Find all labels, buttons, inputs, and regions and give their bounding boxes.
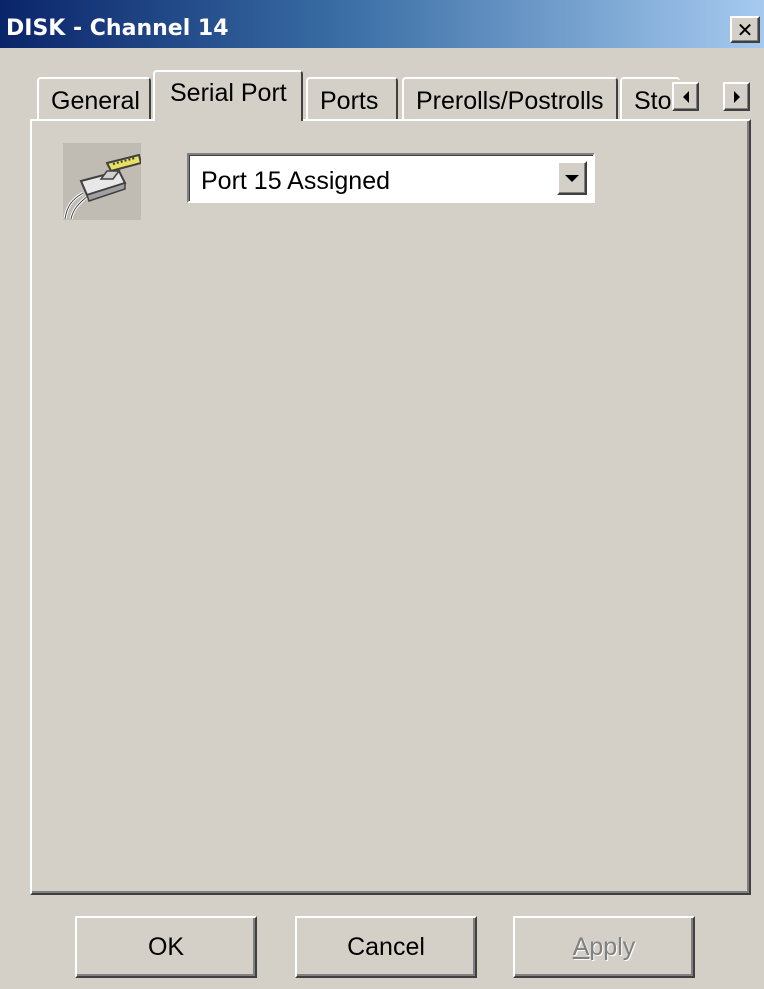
apply-button[interactable]: Apply — [513, 916, 695, 978]
dropdown-arrow-button[interactable] — [557, 161, 587, 195]
tab-scroll-left-button[interactable] — [672, 82, 699, 111]
title-bar[interactable]: DISK - Channel 14 ✕ — [0, 0, 764, 48]
serial-cable-icon — [63, 143, 143, 220]
tab-panel-serial-port — [30, 119, 751, 895]
window-title: DISK - Channel 14 — [6, 16, 229, 41]
serial-port-select[interactable]: Port 15 Assigned — [187, 153, 595, 203]
arrow-left-icon — [682, 90, 689, 103]
chevron-down-icon — [565, 174, 579, 182]
close-icon: ✕ — [736, 17, 754, 42]
cancel-button[interactable]: Cancel — [295, 916, 477, 978]
serial-port-select-value: Port 15 Assigned — [201, 167, 391, 195]
tab-sto[interactable]: Sto — [620, 77, 680, 119]
tab-scroll-right-button[interactable] — [723, 82, 750, 111]
apply-button-accelerator: A — [572, 932, 590, 961]
close-button[interactable]: ✕ — [730, 16, 760, 43]
tab-ports[interactable]: Ports — [306, 77, 398, 119]
apply-button-label: pply — [589, 932, 636, 961]
tab-general[interactable]: General — [37, 77, 151, 119]
ok-button[interactable]: OK — [75, 916, 257, 978]
tab-serial-port[interactable]: Serial Port — [153, 70, 303, 121]
tab-prerolls-postrolls[interactable]: Prerolls/Postrolls — [402, 77, 618, 119]
arrow-right-icon — [733, 90, 740, 103]
